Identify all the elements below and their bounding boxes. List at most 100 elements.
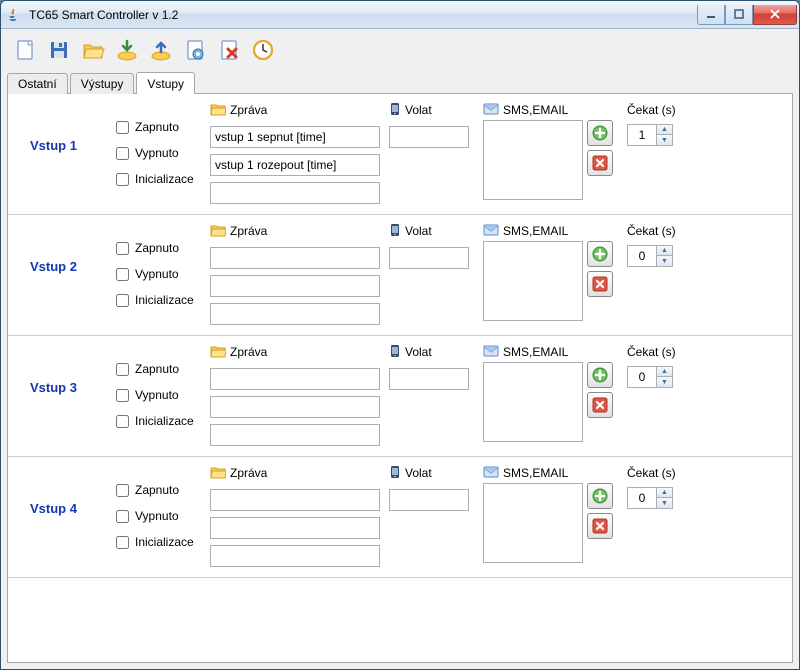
- window-title: TC65 Smart Controller v 1.2: [29, 8, 697, 22]
- vypnuto-checkbox[interactable]: [116, 147, 129, 160]
- input-block: Vstup 2 Zapnuto Vypnuto Inicializace Zpr…: [8, 215, 792, 336]
- spinner-up[interactable]: ▲: [657, 125, 672, 135]
- download-button[interactable]: [111, 34, 143, 66]
- inicializace-checkbox[interactable]: [116, 173, 129, 186]
- message-1-input[interactable]: [210, 126, 380, 148]
- zapnuto-checkbox[interactable]: [116, 242, 129, 255]
- zapnuto-label: Zapnuto: [135, 483, 179, 497]
- open-button[interactable]: [77, 34, 109, 66]
- sms-column: SMS,EMAIL: [483, 344, 623, 442]
- add-recipient-button[interactable]: [587, 362, 613, 388]
- input-block: Vstup 1 Zapnuto Vypnuto Inicializace Zpr…: [8, 94, 792, 215]
- zapnuto-label: Zapnuto: [135, 241, 179, 255]
- tab-ostatni[interactable]: Ostatní: [7, 73, 68, 94]
- folder-icon: [210, 223, 226, 240]
- input-title: Vstup 1: [12, 102, 112, 153]
- call-column: Volat: [389, 223, 479, 269]
- spinner-up[interactable]: ▲: [657, 367, 672, 377]
- phone-icon: [389, 223, 401, 240]
- tab-vystupy[interactable]: Výstupy: [70, 73, 135, 94]
- inicializace-label: Inicializace: [135, 414, 194, 428]
- save-button[interactable]: [43, 34, 75, 66]
- add-recipient-button[interactable]: [587, 483, 613, 509]
- wait-column: Čekat (s) 0 ▲ ▼: [627, 223, 717, 267]
- toolbar: [7, 35, 793, 69]
- wait-spinner[interactable]: 0 ▲ ▼: [627, 245, 673, 267]
- message-column: Zpráva: [210, 465, 385, 567]
- sms-email-list[interactable]: [483, 120, 583, 200]
- call-input[interactable]: [389, 368, 469, 390]
- message-column: Zpráva: [210, 102, 385, 204]
- wait-spinner[interactable]: 0 ▲ ▼: [627, 487, 673, 509]
- message-1-input[interactable]: [210, 368, 380, 390]
- zapnuto-checkbox[interactable]: [116, 484, 129, 497]
- vypnuto-label: Vypnuto: [135, 267, 179, 281]
- wait-column: Čekat (s) 0 ▲ ▼: [627, 465, 717, 509]
- minimize-button[interactable]: [697, 5, 725, 25]
- spinner-down[interactable]: ▼: [657, 135, 672, 145]
- settings-document-button[interactable]: [179, 34, 211, 66]
- folder-icon: [210, 344, 226, 361]
- new-button[interactable]: [9, 34, 41, 66]
- remove-recipient-button[interactable]: [587, 513, 613, 539]
- tab-panel-vstupy: Vstup 1 Zapnuto Vypnuto Inicializace Zpr…: [7, 93, 793, 663]
- checkbox-column: Zapnuto Vypnuto Inicializace: [116, 465, 206, 549]
- call-input[interactable]: [389, 489, 469, 511]
- mail-icon: [483, 103, 499, 118]
- vypnuto-checkbox[interactable]: [116, 268, 129, 281]
- tab-vstupy[interactable]: Vstupy: [136, 72, 195, 94]
- sms-column: SMS,EMAIL: [483, 223, 623, 321]
- input-title: Vstup 2: [12, 223, 112, 274]
- message-3-input[interactable]: [210, 424, 380, 446]
- call-input[interactable]: [389, 247, 469, 269]
- upload-button[interactable]: [145, 34, 177, 66]
- wait-spinner[interactable]: 1 ▲ ▼: [627, 124, 673, 146]
- message-3-input[interactable]: [210, 182, 380, 204]
- spinner-up[interactable]: ▲: [657, 488, 672, 498]
- cekat-label: Čekat (s): [627, 466, 676, 480]
- add-recipient-button[interactable]: [587, 241, 613, 267]
- call-column: Volat: [389, 465, 479, 511]
- message-3-input[interactable]: [210, 545, 380, 567]
- phone-icon: [389, 102, 401, 119]
- smsemail-label: SMS,EMAIL: [503, 103, 568, 117]
- wait-spinner[interactable]: 0 ▲ ▼: [627, 366, 673, 388]
- close-button[interactable]: [753, 5, 797, 25]
- checkbox-column: Zapnuto Vypnuto Inicializace: [116, 344, 206, 428]
- message-2-input[interactable]: [210, 396, 380, 418]
- volat-label: Volat: [405, 466, 432, 480]
- remove-recipient-button[interactable]: [587, 150, 613, 176]
- message-3-input[interactable]: [210, 303, 380, 325]
- inicializace-checkbox[interactable]: [116, 294, 129, 307]
- add-recipient-button[interactable]: [587, 120, 613, 146]
- clock-button[interactable]: [247, 34, 279, 66]
- call-column: Volat: [389, 102, 479, 148]
- spinner-down[interactable]: ▼: [657, 377, 672, 387]
- inicializace-checkbox[interactable]: [116, 415, 129, 428]
- message-2-input[interactable]: [210, 154, 380, 176]
- sms-email-list[interactable]: [483, 362, 583, 442]
- sms-email-list[interactable]: [483, 241, 583, 321]
- inicializace-checkbox[interactable]: [116, 536, 129, 549]
- remove-recipient-button[interactable]: [587, 271, 613, 297]
- remove-recipient-button[interactable]: [587, 392, 613, 418]
- message-1-input[interactable]: [210, 247, 380, 269]
- vypnuto-checkbox[interactable]: [116, 510, 129, 523]
- message-2-input[interactable]: [210, 275, 380, 297]
- spinner-down[interactable]: ▼: [657, 256, 672, 266]
- zapnuto-checkbox[interactable]: [116, 121, 129, 134]
- sms-email-list[interactable]: [483, 483, 583, 563]
- spinner-down[interactable]: ▼: [657, 498, 672, 508]
- mail-icon: [483, 466, 499, 481]
- zapnuto-checkbox[interactable]: [116, 363, 129, 376]
- maximize-button[interactable]: [725, 5, 753, 25]
- zprava-label: Zpráva: [230, 466, 267, 480]
- inicializace-label: Inicializace: [135, 172, 194, 186]
- vypnuto-checkbox[interactable]: [116, 389, 129, 402]
- call-input[interactable]: [389, 126, 469, 148]
- message-2-input[interactable]: [210, 517, 380, 539]
- smsemail-label: SMS,EMAIL: [503, 345, 568, 359]
- spinner-up[interactable]: ▲: [657, 246, 672, 256]
- message-1-input[interactable]: [210, 489, 380, 511]
- delete-document-button[interactable]: [213, 34, 245, 66]
